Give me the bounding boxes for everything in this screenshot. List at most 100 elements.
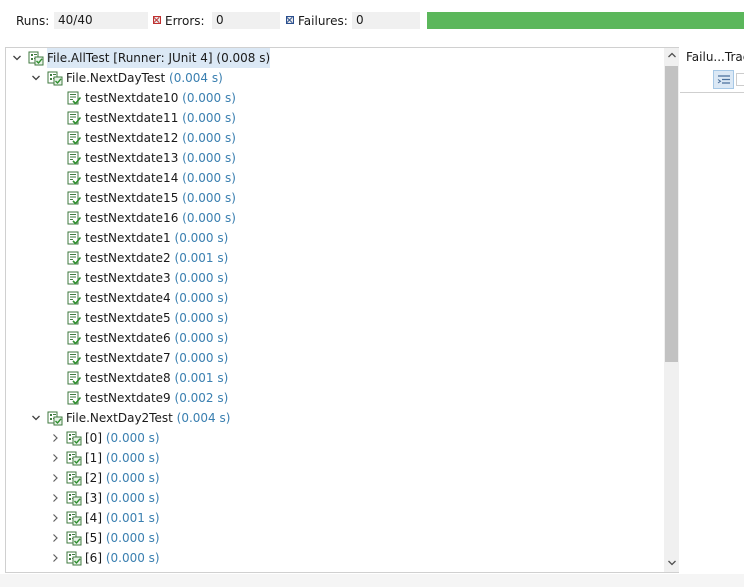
tree-row-test[interactable]: [4] (0.001 s) [6,508,666,528]
tree-row-test[interactable]: [0] (0.000 s) [6,428,666,448]
tree-row-test[interactable]: [2] (0.000 s) [6,468,666,488]
junit-suite-pass-icon [66,490,82,506]
test-name: testNextdate16 [85,211,179,225]
tree-row-root[interactable]: File.AllTest [Runner: JUnit 4] (0.008 s) [6,48,666,68]
tree-row-label: testNextdate6 (0.000 s) [85,328,228,348]
junit-test-pass-icon [66,370,82,386]
junit-test-pass-icon [66,350,82,366]
test-name: File.AllTest [Runner: JUnit 4] (0.008 s) [47,51,271,65]
chevron-right-icon[interactable] [49,452,61,464]
tree-row-label: testNextdate16 (0.000 s) [85,208,236,228]
chevron-right-icon[interactable] [49,512,61,524]
tree-row-test[interactable]: testNextdate6 (0.000 s) [6,328,666,348]
tree-row-test[interactable]: testNextdate10 (0.000 s) [6,88,666,108]
failure-trace-title: Failu...Trac [686,50,744,64]
test-tree[interactable]: File.AllTest [Runner: JUnit 4] (0.008 s)… [5,47,679,573]
tree-row-test[interactable]: [6] (0.000 s) [6,548,666,568]
chevron-right-icon[interactable] [49,472,61,484]
test-name: [4] [85,511,102,525]
test-name: testNextdate5 [85,311,171,325]
tree-row-test[interactable]: testNextdate4 (0.000 s) [6,288,666,308]
test-duration: (0.000 s) [105,531,160,545]
junit-suite-pass-icon [66,450,82,466]
failures-value: 0 [352,12,420,29]
junit-test-pass-icon [66,270,82,286]
chevron-down-icon[interactable] [30,72,42,84]
tree-row-test[interactable]: testNextdate13 (0.000 s) [6,148,666,168]
tree-row-label: testNextdate9 (0.002 s) [85,388,228,408]
tree-row-test[interactable]: testNextdate1 (0.000 s) [6,228,666,248]
tree-row-label: File.NextDay2Test (0.004 s) [66,408,230,428]
tree-row-label: [0] (0.000 s) [85,428,160,448]
chevron-right-icon[interactable] [49,432,61,444]
filter-stack-trace-button[interactable] [713,70,734,89]
test-duration: (0.000 s) [182,111,236,125]
chevron-down-icon[interactable] [11,52,23,64]
tree-row-label: testNextdate11 (0.000 s) [85,108,236,128]
test-name: testNextdate3 [85,271,171,285]
junit-stats-bar: Runs: 40/40 Errors: 0 Failures: 0 [0,0,744,40]
tree-row-test[interactable]: testNextdate7 (0.000 s) [6,348,666,368]
chevron-right-icon[interactable] [49,492,61,504]
tree-row-test[interactable]: testNextdate15 (0.000 s) [6,188,666,208]
tree-row-test[interactable]: testNextdate8 (0.001 s) [6,368,666,388]
tree-row-label: testNextdate1 (0.000 s) [85,228,228,248]
test-duration: (0.000 s) [105,551,160,565]
test-duration: (0.000 s) [182,211,236,225]
junit-test-pass-icon [66,170,82,186]
test-name: testNextdate15 [85,191,179,205]
scroll-thumb[interactable] [665,66,678,362]
junit-suite-pass-icon [66,430,82,446]
test-duration: (0.000 s) [182,131,236,145]
junit-suite-pass-icon [66,510,82,526]
scroll-down-button[interactable] [664,556,679,572]
tree-row-test[interactable]: testNextdate9 (0.002 s) [6,388,666,408]
tree-row-test[interactable]: testNextdate16 (0.000 s) [6,208,666,228]
test-name: testNextdate13 [85,151,179,165]
test-duration: (0.000 s) [105,431,160,445]
test-name: testNextdate4 [85,291,171,305]
chevron-right-icon[interactable] [49,552,61,564]
tree-row-test[interactable]: [3] (0.000 s) [6,488,666,508]
tree-row-label: File.NextDayTest (0.004 s) [66,68,223,88]
progress-bar [427,12,744,29]
tree-row-suite[interactable]: File.NextDayTest (0.004 s) [6,68,666,88]
tree-row-test[interactable]: testNextdate14 (0.000 s) [6,168,666,188]
junit-suite-pass-icon [66,470,82,486]
failures-label: Failures: [298,14,348,28]
scroll-up-button[interactable] [664,48,679,64]
tree-row-test[interactable]: [1] (0.000 s) [6,448,666,468]
errors-label: Errors: [165,14,205,28]
tree-row-test[interactable]: testNextdate12 (0.000 s) [6,128,666,148]
runs-label: Runs: [16,14,50,28]
tree-row-label: testNextdate15 (0.000 s) [85,188,236,208]
failure-icon [286,16,294,24]
tree-row-test[interactable]: testNextdate3 (0.000 s) [6,268,666,288]
test-duration: (0.001 s) [105,511,160,525]
error-icon [153,16,161,24]
errors-value: 0 [212,12,280,29]
tree-row-test[interactable]: [5] (0.000 s) [6,528,666,548]
tree-row-suite[interactable]: File.NextDay2Test (0.004 s) [6,408,666,428]
tree-vertical-scrollbar[interactable] [664,48,679,572]
junit-suite-pass-icon [28,50,44,66]
tree-row-label: [2] (0.000 s) [85,468,160,488]
test-name: [3] [85,491,102,505]
tree-row-label: [6] (0.000 s) [85,548,160,568]
tree-row-test[interactable]: testNextdate11 (0.000 s) [6,108,666,128]
chevron-right-icon[interactable] [49,532,61,544]
test-name: [6] [85,551,102,565]
tree-row-label: testNextdate7 (0.000 s) [85,348,228,368]
chevron-down-icon[interactable] [30,412,42,424]
tree-row-test[interactable]: testNextdate5 (0.000 s) [6,308,666,328]
tree-row-label: [5] (0.000 s) [85,528,160,548]
junit-test-pass-icon [66,290,82,306]
junit-test-pass-icon [66,110,82,126]
tree-row-test[interactable]: testNextdate2 (0.001 s) [6,248,666,268]
trace-panel-divider [680,92,744,93]
test-name: testNextdate10 [85,91,179,105]
test-name: testNextdate8 [85,371,171,385]
compare-results-button[interactable] [736,73,744,86]
tree-row-label: testNextdate8 (0.001 s) [85,368,228,388]
test-name: testNextdate14 [85,171,179,185]
